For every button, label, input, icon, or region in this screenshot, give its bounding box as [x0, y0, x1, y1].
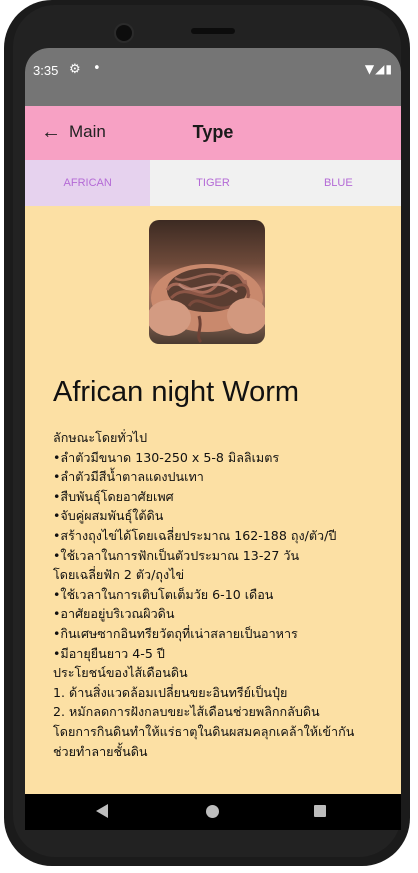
- description-line: ประโยชน์ของไส้เดือนดิน: [53, 665, 188, 681]
- earpiece-speaker: [191, 28, 235, 34]
- description-line: •สร้างถุงไข่ได้โดยเฉลี่ยประมาณ 162-188 ถ…: [53, 527, 337, 543]
- screen: 3:35 ⚙ • ▼◢▮ ← Main Type AFRICAN TIGER B…: [25, 48, 401, 830]
- app-bar: ← Main Type: [25, 106, 401, 160]
- battery-icon: ▮: [385, 62, 393, 76]
- tab-bar: AFRICAN TIGER BLUE: [25, 160, 401, 206]
- status-time: 3:35: [33, 63, 59, 78]
- description-line: •จับคู่ผสมพันธุ์ใต้ดิน: [53, 508, 164, 524]
- description-line: •สืบพันธุ์โดยอาศัยเพศ: [53, 488, 174, 504]
- description-line: โดยเฉลี่ยฟัก 2 ตัว/ถุงไข่: [53, 567, 185, 583]
- status-icons: ▼◢▮: [365, 62, 393, 76]
- tab-tiger[interactable]: TIGER: [150, 160, 275, 206]
- description-line: ช่วยทำลายชั้นดิน: [53, 743, 148, 759]
- dot-icon: •: [93, 61, 101, 76]
- tab-blue[interactable]: BLUE: [276, 160, 401, 206]
- wifi-icon: ▼: [364, 62, 376, 76]
- description-line: •ใช้เวลาในการฟักเป็นตัวประมาณ 13-27 วัน: [53, 547, 300, 563]
- tab-african[interactable]: AFRICAN: [25, 160, 151, 206]
- worm-image: [149, 220, 265, 344]
- nav-recents-icon[interactable]: [314, 805, 326, 817]
- nav-home-icon[interactable]: [206, 805, 219, 818]
- description-line: ลักษณะโดยทั่วไป: [53, 430, 148, 445]
- description-line: โดยการกินดินทำให้แร่ธาตุในดินผสมคลุกเคล้…: [53, 723, 355, 739]
- description-line: •กินเศษซากอินทรียวัตถุที่เน่าสลายเป็นอาห…: [53, 625, 298, 641]
- description-line: 2. หมักลดการฝังกลบขยะไส้เดือนช่วยพลิกกลั…: [53, 704, 320, 720]
- system-nav-bar: [25, 794, 401, 830]
- worm-description: ลักษณะโดยทั่วไป •ลำตัวมีขนาด 130-250 x 5…: [53, 428, 393, 761]
- content-area: African night Worm ลักษณะโดยทั่วไป •ลำตั…: [25, 206, 401, 794]
- description-line: •มีอายุยืนยาว 4-5 ปี: [53, 645, 165, 661]
- page-title: Type: [192, 122, 234, 142]
- status-bar: 3:35 ⚙ • ▼◢▮: [25, 48, 401, 106]
- front-camera: [114, 23, 134, 43]
- description-line: •ลำตัวมีขนาด 130-250 x 5-8 มิลลิเมตร: [53, 449, 280, 465]
- nav-back-icon[interactable]: [96, 804, 108, 818]
- description-line: 1. ด้านสิ่งแวดล้อมเปลี่ยนขยะอินทรีย์เป็น…: [53, 684, 288, 700]
- gear-icon: ⚙: [69, 62, 81, 77]
- description-line: •อาศัยอยู่บริเวณผิวดิน: [53, 606, 175, 622]
- description-line: •ใช้เวลาในการเติบโตเต็มวัย 6-10 เดือน: [53, 586, 274, 602]
- worm-heading: African night Worm: [53, 376, 300, 408]
- signal-icon: ◢: [375, 62, 386, 76]
- phone-frame: 3:35 ⚙ • ▼◢▮ ← Main Type AFRICAN TIGER B…: [4, 0, 410, 866]
- description-line: •ลำตัวมีสีน้ำตาลแดงปนเทา: [53, 469, 204, 485]
